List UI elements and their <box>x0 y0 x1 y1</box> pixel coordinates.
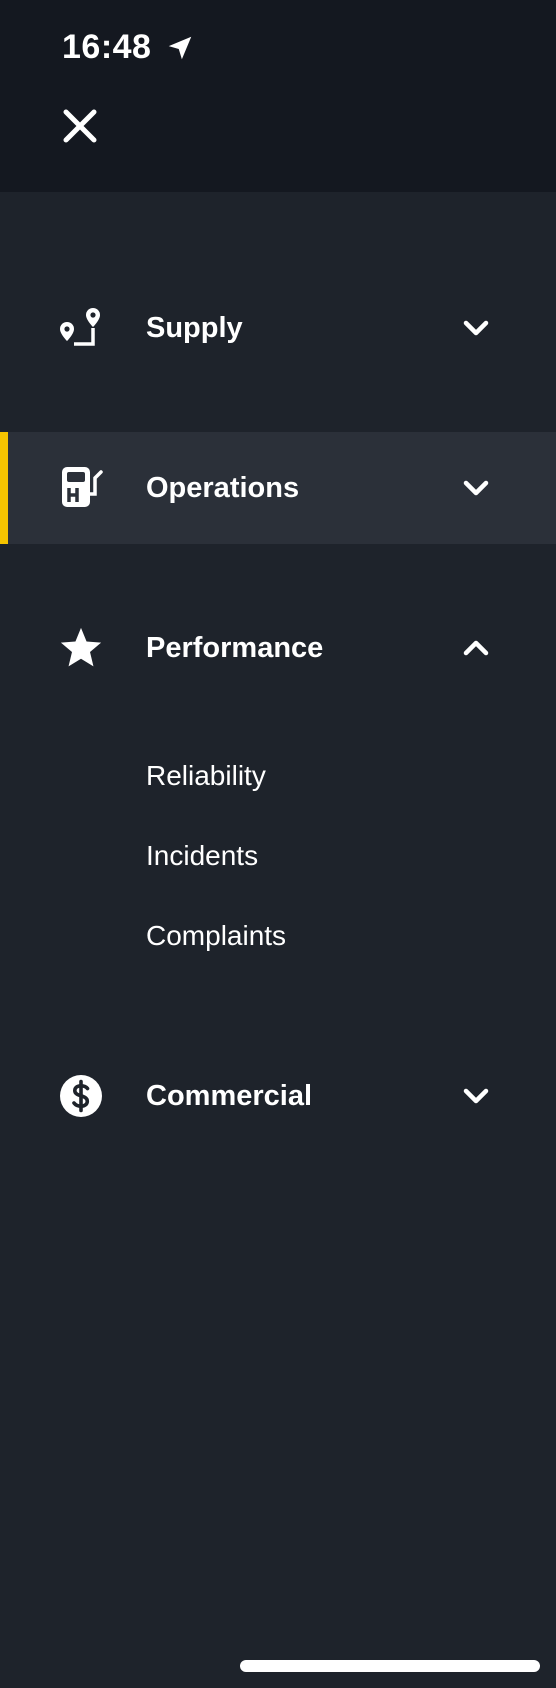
fuel-pump-icon <box>56 463 106 513</box>
menu-label: Performance <box>146 631 324 664</box>
status-time: 16:48 <box>62 28 152 66</box>
menu-label: Supply <box>146 311 243 344</box>
route-pins-icon <box>56 303 106 353</box>
menu-label: Commercial <box>146 1079 313 1112</box>
close-button[interactable] <box>58 106 102 150</box>
home-indicator[interactable] <box>240 1660 540 1672</box>
close-icon <box>62 108 98 149</box>
menu-item-supply[interactable]: Supply <box>0 272 556 384</box>
star-icon <box>56 623 106 673</box>
chevron-up-icon[interactable] <box>460 632 492 664</box>
menu-label: Operations <box>146 471 300 504</box>
submenu-item-complaints[interactable]: Complaints <box>146 920 286 952</box>
dollar-circle-icon <box>56 1071 106 1121</box>
chevron-down-icon[interactable] <box>460 1080 492 1112</box>
submenu-item-reliability[interactable]: Reliability <box>146 760 266 792</box>
chevron-down-icon[interactable] <box>460 472 492 504</box>
top-bar: 16:48 <box>0 0 556 192</box>
status-bar: 16:48 <box>62 28 195 67</box>
submenu-item-incidents[interactable]: Incidents <box>146 840 258 872</box>
menu-item-commercial[interactable]: Commercial <box>0 1040 556 1152</box>
menu-item-operations[interactable]: Operations <box>0 432 556 544</box>
menu-item-performance[interactable]: Performance <box>0 592 556 704</box>
location-arrow-icon <box>165 33 195 63</box>
chevron-down-icon[interactable] <box>460 312 492 344</box>
